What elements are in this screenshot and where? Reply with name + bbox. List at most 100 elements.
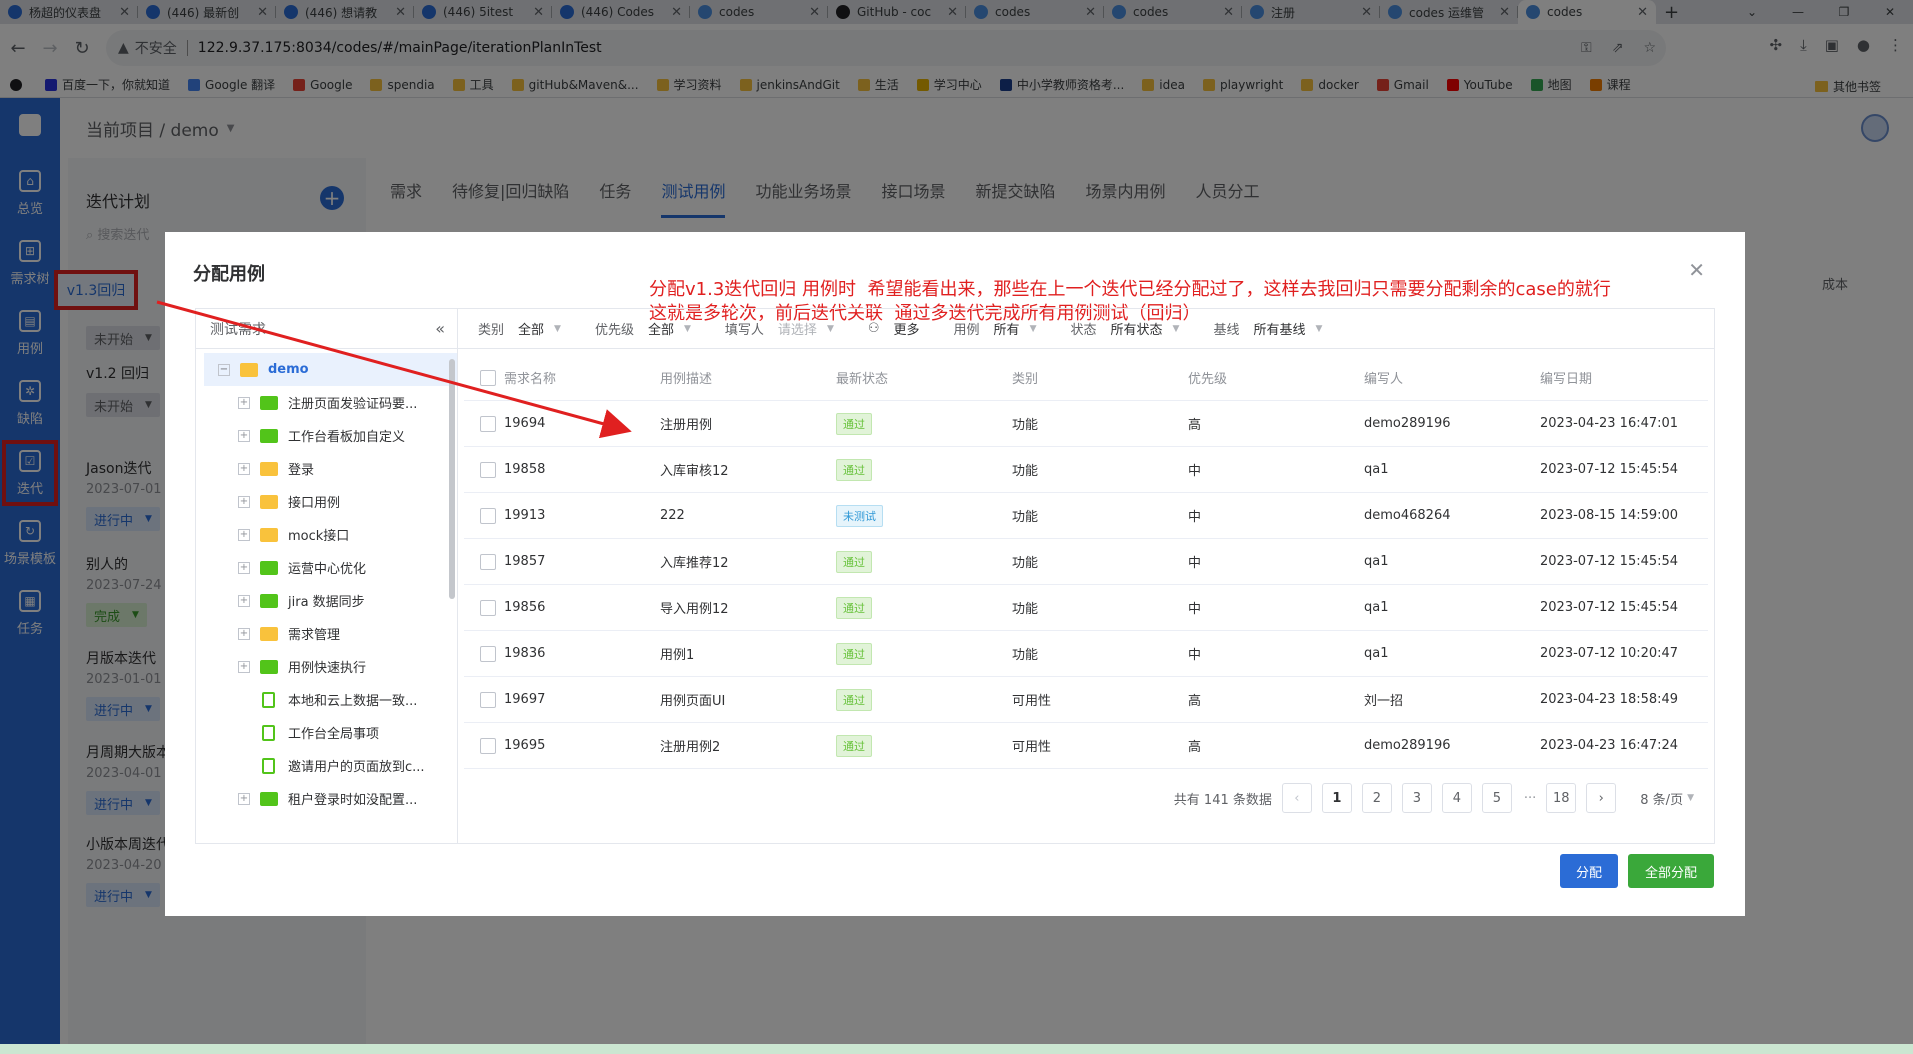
assign-button[interactable]: 分配 xyxy=(1560,854,1618,888)
filter-value: 全部 xyxy=(518,323,545,338)
expand-node-icon[interactable]: + xyxy=(238,792,250,805)
tree-node-label: 本地和云上数据一致... xyxy=(288,694,418,709)
table-row[interactable]: 19697 用例页面UI 通过 可用性 高 刘一招 2023-04-23 18:58:49 xyxy=(464,677,1708,723)
column-header: 类别 xyxy=(1012,372,1039,387)
cell-priority: 高 xyxy=(1188,418,1202,433)
cell-desc: 导入用例12 xyxy=(660,602,729,617)
collapse-icon[interactable]: « xyxy=(435,319,445,338)
row-checkbox[interactable] xyxy=(480,645,496,662)
cell-id: 19856 xyxy=(504,600,546,615)
cell-author: demo468264 xyxy=(1364,508,1451,523)
filter-more[interactable]: ⚇ 更多 xyxy=(868,319,920,338)
cell-author: 刘一招 xyxy=(1364,694,1404,709)
table-row[interactable]: 19836 用例1 通过 功能 中 qa1 2023-07-12 10:20:47 xyxy=(464,631,1708,677)
prev-page-button[interactable]: ‹ xyxy=(1281,783,1312,813)
tree-node[interactable]: + 用例快速执行 xyxy=(204,650,457,683)
tree-node[interactable]: 工作台全局事项 xyxy=(204,716,457,749)
cell-id: 19857 xyxy=(504,554,546,569)
tree-node[interactable]: + jira 数据同步 xyxy=(204,584,457,617)
tree-node[interactable]: + 注册页面发验证码要... xyxy=(204,386,457,419)
table-row[interactable]: 19695 注册用例2 通过 可用性 高 demo289196 2023-04-23 16:… xyxy=(464,723,1708,769)
filter-用例[interactable]: 用例 所有 ▼ xyxy=(954,319,1037,338)
cell-author: demo289196 xyxy=(1364,738,1451,753)
row-checkbox[interactable] xyxy=(480,461,496,478)
table-row[interactable]: 19913 222 未测试 功能 中 demo468264 2023-08-15 14:59… xyxy=(464,493,1708,539)
cell-author: qa1 xyxy=(1364,646,1389,661)
filter-类别[interactable]: 类别 全部 ▼ xyxy=(478,319,561,338)
page-button[interactable]: 3 xyxy=(1401,783,1432,813)
table-row[interactable]: 19694 注册用例 通过 功能 高 demo289196 2023-04-23 16:47… xyxy=(464,401,1708,447)
filter-value: 所有 xyxy=(993,323,1020,338)
filter-value: 请选择 xyxy=(777,323,817,338)
tree-node-label: jira 数据同步 xyxy=(288,595,365,610)
tree-node-label: 运营中心优化 xyxy=(288,562,367,577)
page-button[interactable]: 5 xyxy=(1481,783,1512,813)
cell-status: 通过 xyxy=(836,412,1012,435)
close-icon[interactable]: ✕ xyxy=(1688,258,1705,282)
tree-node[interactable]: + 工作台看板加自定义 xyxy=(204,419,457,452)
cell-type: 功能 xyxy=(1012,418,1039,433)
folder-icon xyxy=(240,362,258,377)
requirement-tree-panel: 测试需求 « − demo + 注册页面发验证码要... + 工作台看板加自定义 + 登录 + 接… xyxy=(195,308,457,844)
row-checkbox[interactable] xyxy=(480,507,496,524)
tree-node[interactable]: + 运营中心优化 xyxy=(204,551,457,584)
table-row[interactable]: 19857 入库推荐12 通过 功能 中 qa1 2023-07-12 15:45:54 xyxy=(464,539,1708,585)
chevron-down-icon: ▼ xyxy=(1687,793,1694,803)
expand-node-icon[interactable]: + xyxy=(238,462,250,475)
assign-all-button[interactable]: 全部分配 xyxy=(1628,854,1714,888)
expand-node-icon[interactable]: + xyxy=(238,561,250,574)
total-count: 共有 141 条数据 xyxy=(1173,792,1272,808)
tree-header-label: 测试需求 xyxy=(210,321,266,338)
next-page-button[interactable]: › xyxy=(1586,783,1617,813)
cell-type: 可用性 xyxy=(1012,694,1052,709)
cell-type: 功能 xyxy=(1012,464,1039,479)
folder-icon xyxy=(260,395,278,410)
modal-title: 分配用例 xyxy=(193,264,265,285)
row-checkbox[interactable] xyxy=(480,415,496,432)
page-size-select[interactable]: 8 条/页 ▼ xyxy=(1640,789,1694,808)
row-checkbox[interactable] xyxy=(480,553,496,570)
tree-node[interactable]: + mock接口 xyxy=(204,518,457,551)
page-button[interactable]: 1 xyxy=(1321,783,1352,813)
cell-status: 通过 xyxy=(836,688,1012,711)
folder-icon xyxy=(260,527,278,542)
tree-node[interactable]: + 登录 xyxy=(204,452,457,485)
tree-node[interactable]: + 接口用例 xyxy=(204,485,457,518)
case-table: 需求名称 用例描述 最新状态 类别 优先级 编写人 编写日期 19694 注册用例 通过 功能高 de… xyxy=(464,355,1708,769)
row-checkbox[interactable] xyxy=(480,599,496,616)
filter-填写人[interactable]: 填写人 请选择 ▼ xyxy=(725,319,834,338)
more-pages-icon[interactable]: ··· xyxy=(1524,791,1536,806)
tree-node[interactable]: 邀请用户的页面放到c... xyxy=(204,749,457,782)
table-row[interactable]: 19856 导入用例12 通过 功能 中 qa1 2023-07-12 15:45:54 xyxy=(464,585,1708,631)
tree-node[interactable]: 本地和云上数据一致... xyxy=(204,683,457,716)
cell-type: 功能 xyxy=(1012,556,1039,571)
cell-type: 功能 xyxy=(1012,648,1039,663)
document-icon xyxy=(262,691,275,708)
select-all-checkbox[interactable] xyxy=(480,369,496,386)
table-row[interactable]: 19858 入库审核12 通过 功能 中 qa1 2023-07-12 15:45:54 xyxy=(464,447,1708,493)
expand-node-icon[interactable]: + xyxy=(238,429,250,442)
cell-id: 19836 xyxy=(504,646,546,661)
expand-node-icon[interactable]: + xyxy=(238,627,250,640)
last-page-button[interactable]: 18 xyxy=(1546,783,1577,813)
filter-状态[interactable]: 状态 所有状态 ▼ xyxy=(1070,319,1179,338)
filter-优先级[interactable]: 优先级 全部 ▼ xyxy=(595,319,691,338)
filter-基线[interactable]: 基线 所有基线 ▼ xyxy=(1213,319,1322,338)
page-button[interactable]: 4 xyxy=(1441,783,1472,813)
collapse-node-icon[interactable]: − xyxy=(218,363,230,376)
tree-node[interactable]: + 需求管理 xyxy=(204,617,457,650)
expand-node-icon[interactable]: + xyxy=(238,594,250,607)
expand-node-icon[interactable]: + xyxy=(238,660,250,673)
row-checkbox[interactable] xyxy=(480,691,496,708)
row-checkbox[interactable] xyxy=(480,737,496,754)
page-button[interactable]: 2 xyxy=(1361,783,1392,813)
expand-node-icon[interactable]: + xyxy=(238,528,250,541)
tree-node[interactable]: − demo xyxy=(204,353,457,386)
tree-node-label: 邀请用户的页面放到c... xyxy=(288,760,425,775)
cell-priority: 中 xyxy=(1188,602,1202,617)
filter-value: 所有状态 xyxy=(1110,323,1163,338)
expand-node-icon[interactable]: + xyxy=(238,396,250,409)
tree-scrollbar[interactable] xyxy=(449,359,455,599)
expand-node-icon[interactable]: + xyxy=(238,495,250,508)
tree-node[interactable]: + 租户登录时如没配置... xyxy=(204,782,457,815)
